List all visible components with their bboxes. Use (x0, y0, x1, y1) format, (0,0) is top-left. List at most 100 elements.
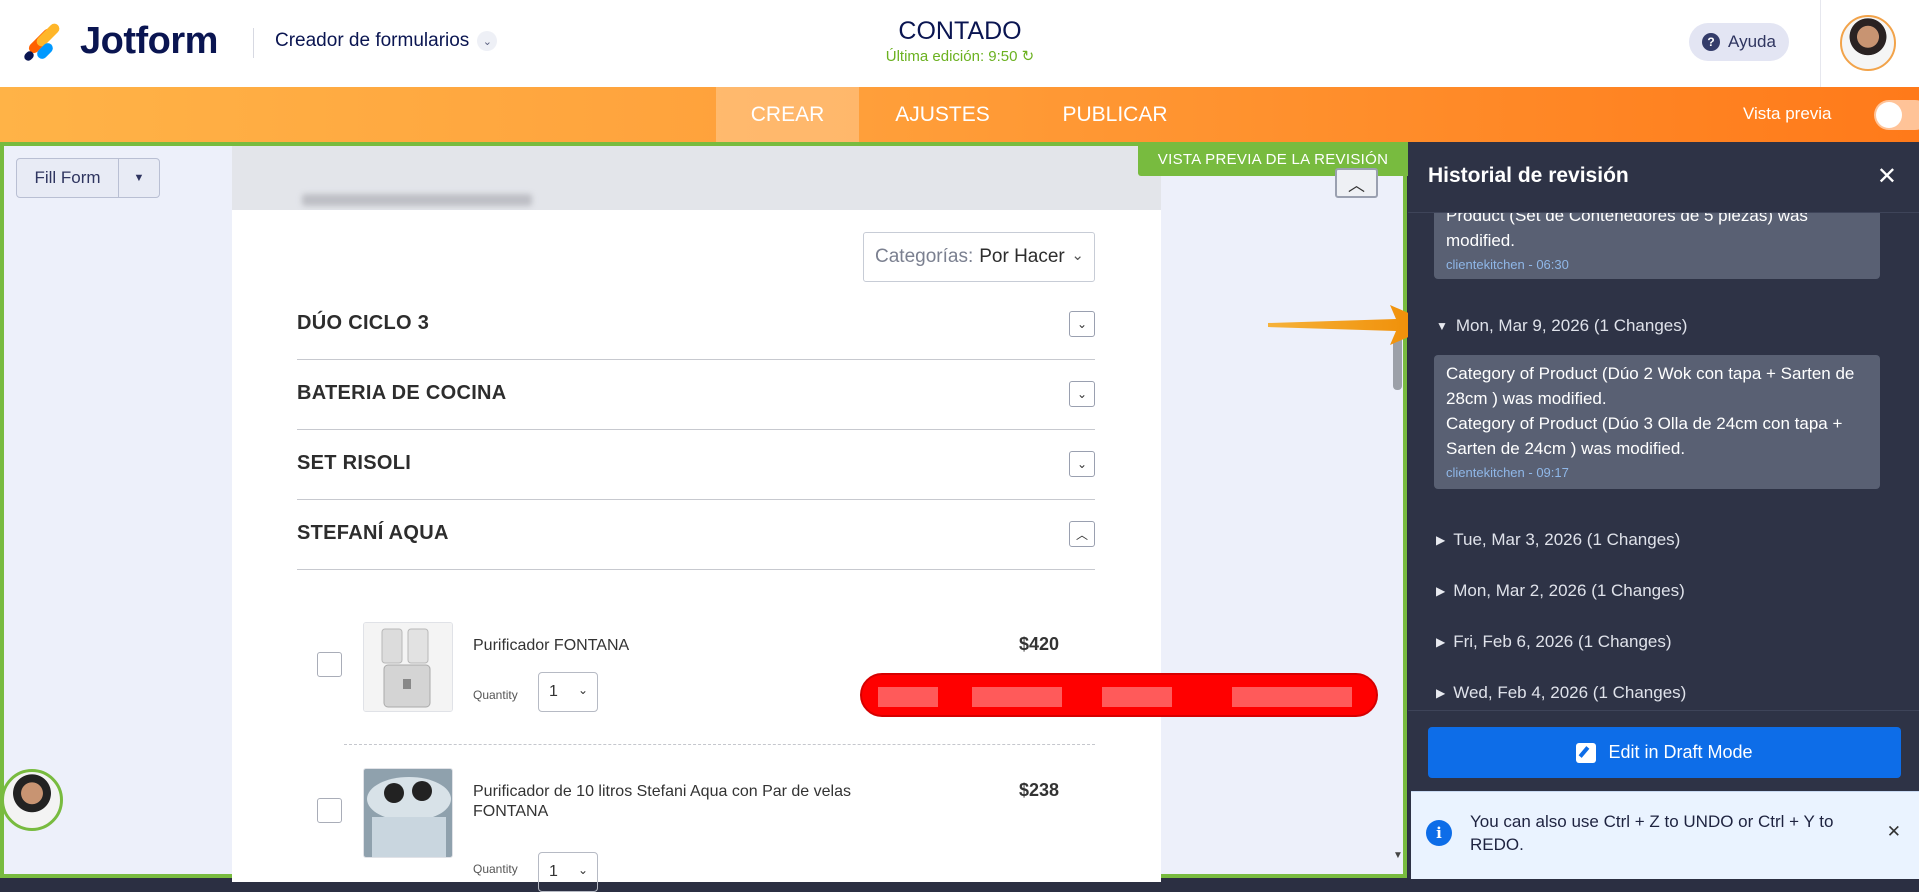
builder-label: Creador de formularios (275, 30, 470, 51)
category-select[interactable]: Categorías: Por Hacer ⌄ (863, 232, 1095, 282)
blurred-text (302, 194, 532, 206)
revision-text: Category of Product (Dúo 2 Wok con tapa … (1446, 364, 1855, 408)
revision-date-label: Fri, Feb 6, 2026 (1 Changes) (1453, 632, 1672, 651)
revision-entry[interactable]: Product (Set de Contenedores de 5 piezas… (1434, 213, 1880, 279)
form-title[interactable]: CONTADO (860, 17, 1060, 46)
builder-nav: CREAR AJUSTES PUBLICAR Vista previa (0, 87, 1919, 142)
chevron-down-icon: ⌄ (577, 683, 588, 697)
quantity-label: Quantity (473, 862, 518, 876)
chevron-up-icon: ︿ (1348, 175, 1365, 195)
tip-text: You can also use Ctrl + Z to UNDO or Ctr… (1470, 812, 1834, 854)
edit-draft-mode-button[interactable]: Edit in Draft Mode (1428, 727, 1901, 778)
chevron-down-icon: ⌄ (477, 31, 498, 51)
toggle-knob (1876, 102, 1902, 128)
revision-meta: clientekitchen - 06:30 (1446, 257, 1569, 272)
chevron-down-icon[interactable]: ⌄ (1069, 451, 1095, 477)
revision-date-collapsed[interactable]: ▶ Mon, Mar 2, 2026 (1 Changes) (1436, 581, 1685, 601)
section-title: BATERIA DE COCINA (297, 382, 507, 404)
close-icon[interactable]: ✕ (1877, 162, 1897, 191)
section-title: SET RISOLI (297, 452, 412, 474)
revision-date-collapsed[interactable]: ▶ Wed, Feb 4, 2026 (1 Changes) (1436, 683, 1686, 703)
brand-name: Jotform (80, 20, 218, 62)
chevron-down-icon: ⌄ (577, 863, 588, 877)
product-name: Purificador de 10 litros Stefani Aqua co… (473, 783, 851, 820)
section-duo-ciclo-3[interactable]: DÚO CICLO 3 ⌄ (297, 290, 1095, 360)
scroll-down-icon[interactable]: ▼ (1393, 850, 1403, 861)
product-image (363, 622, 453, 712)
header-divider (253, 28, 254, 58)
quantity-select[interactable]: 1 ⌄ (538, 852, 598, 892)
blurred-field-header (232, 146, 1161, 212)
jotform-logo-icon (22, 21, 62, 62)
product-checkbox[interactable] (317, 798, 342, 823)
revision-text: Category of Product (Dúo 3 Olla de 24cm … (1446, 414, 1843, 458)
revision-entry[interactable]: Category of Product (Dúo 2 Wok con tapa … (1434, 355, 1880, 489)
caret-right-icon: ▶ (1436, 533, 1446, 547)
edit-icon (1576, 742, 1597, 763)
user-avatar[interactable] (1840, 15, 1896, 71)
info-icon: i (1426, 820, 1452, 846)
section-set-risoli[interactable]: SET RISOLI ⌄ (297, 430, 1095, 500)
section-stefani-aqua[interactable]: STEFANÍ AQUA ︿ (297, 500, 1095, 570)
undo-redo-tip: i You can also use Ctrl + Z to UNDO or C… (1411, 791, 1919, 879)
fill-form-label: Fill Form (17, 159, 119, 197)
close-icon[interactable]: ✕ (1887, 822, 1901, 842)
section-title: DÚO CICLO 3 (297, 312, 430, 334)
caret-down-icon[interactable]: ▼ (119, 159, 159, 197)
quantity-select[interactable]: 1 ⌄ (538, 672, 598, 712)
fill-form-button[interactable]: Fill Form ▼ (16, 158, 160, 198)
product-price: $238 (1018, 780, 1059, 800)
revision-date-collapsed[interactable]: ▶ Tue, Mar 3, 2026 (1 Changes) (1436, 530, 1680, 550)
quantity-value: 1 (549, 863, 558, 880)
revision-list: Product (Set de Contenedores de 5 piezas… (1408, 213, 1919, 710)
caret-right-icon: ▶ (1436, 584, 1446, 598)
revision-date-label: Mon, Mar 9, 2026 (1 Changes) (1455, 316, 1688, 335)
section-title: STEFANÍ AQUA (297, 522, 449, 544)
jotform-logo[interactable]: Jotform (22, 20, 218, 63)
last-edit-status: Última edición: 9:50 ↻ (885, 48, 1035, 65)
product-item: Purificador de 10 litros Stefani Aqua co… (317, 768, 1077, 892)
assistant-avatar[interactable] (1, 769, 63, 831)
form-card: Categorías: Por Hacer ⌄ DÚO CICLO 3 ⌄ BA… (232, 210, 1161, 892)
caret-right-icon: ▶ (1436, 686, 1446, 700)
revision-history-panel: Historial de revisión ✕ Product (Set de … (1408, 142, 1919, 879)
collapse-up-button[interactable]: ︿ (1335, 168, 1378, 198)
product-image (363, 768, 453, 858)
panel-footer: Edit in Draft Mode i You can also use Ct… (1408, 710, 1919, 879)
tab-publicar[interactable]: PUBLICAR (1040, 87, 1190, 142)
revision-text: Product (Set de Contenedores de 5 piezas… (1446, 213, 1808, 250)
revision-date-collapsed[interactable]: ▶ Fri, Feb 6, 2026 (1 Changes) (1436, 632, 1672, 652)
section-bateria-de-cocina[interactable]: BATERIA DE COCINA ⌄ (297, 360, 1095, 430)
revision-date-expanded[interactable]: ▼ Mon, Mar 9, 2026 (1 Changes) (1436, 316, 1687, 336)
chevron-up-icon[interactable]: ︿ (1069, 521, 1095, 547)
chevron-down-icon[interactable]: ⌄ (1069, 311, 1095, 337)
question-icon: ? (1702, 33, 1721, 51)
draft-button-label: Edit in Draft Mode (1608, 742, 1753, 762)
product-checkbox[interactable] (317, 652, 342, 677)
chevron-down-icon: ⌄ (1071, 247, 1084, 264)
product-name: Purificador FONTANA (473, 637, 630, 654)
quantity-value: 1 (549, 683, 558, 700)
panel-title: Historial de revisión (1428, 164, 1629, 187)
form-canvas: Fill Form ▼ VISTA PREVIA DE LA REVISIÓN … (0, 142, 1408, 892)
category-value: Por Hacer (979, 246, 1065, 267)
header-separator (1820, 0, 1821, 87)
redaction-overlay (860, 673, 1378, 717)
tab-crear[interactable]: CREAR (716, 87, 859, 142)
product-separator (344, 744, 1095, 745)
builder-menu[interactable]: Creador de formularios ⌄ (275, 30, 498, 52)
revision-date-label: Mon, Mar 2, 2026 (1 Changes) (1453, 581, 1685, 600)
revision-date-label: Wed, Feb 4, 2026 (1 Changes) (1453, 683, 1687, 702)
chevron-down-icon[interactable]: ⌄ (1069, 381, 1095, 407)
product-price: $420 (1018, 634, 1059, 654)
help-button[interactable]: ? Ayuda (1689, 23, 1789, 61)
category-key: Categorías: (875, 246, 974, 267)
preview-label: Vista previa (1743, 104, 1832, 123)
revision-meta: clientekitchen - 09:17 (1446, 465, 1569, 480)
caret-down-icon: ▼ (1436, 319, 1448, 333)
tab-ajustes[interactable]: AJUSTES (870, 87, 1015, 142)
preview-toggle[interactable] (1874, 100, 1919, 130)
revision-date-label: Tue, Mar 3, 2026 (1 Changes) (1453, 530, 1681, 549)
help-label: Ayuda (1728, 32, 1776, 51)
top-header: Jotform Creador de formularios ⌄ CONTADO… (0, 0, 1919, 87)
